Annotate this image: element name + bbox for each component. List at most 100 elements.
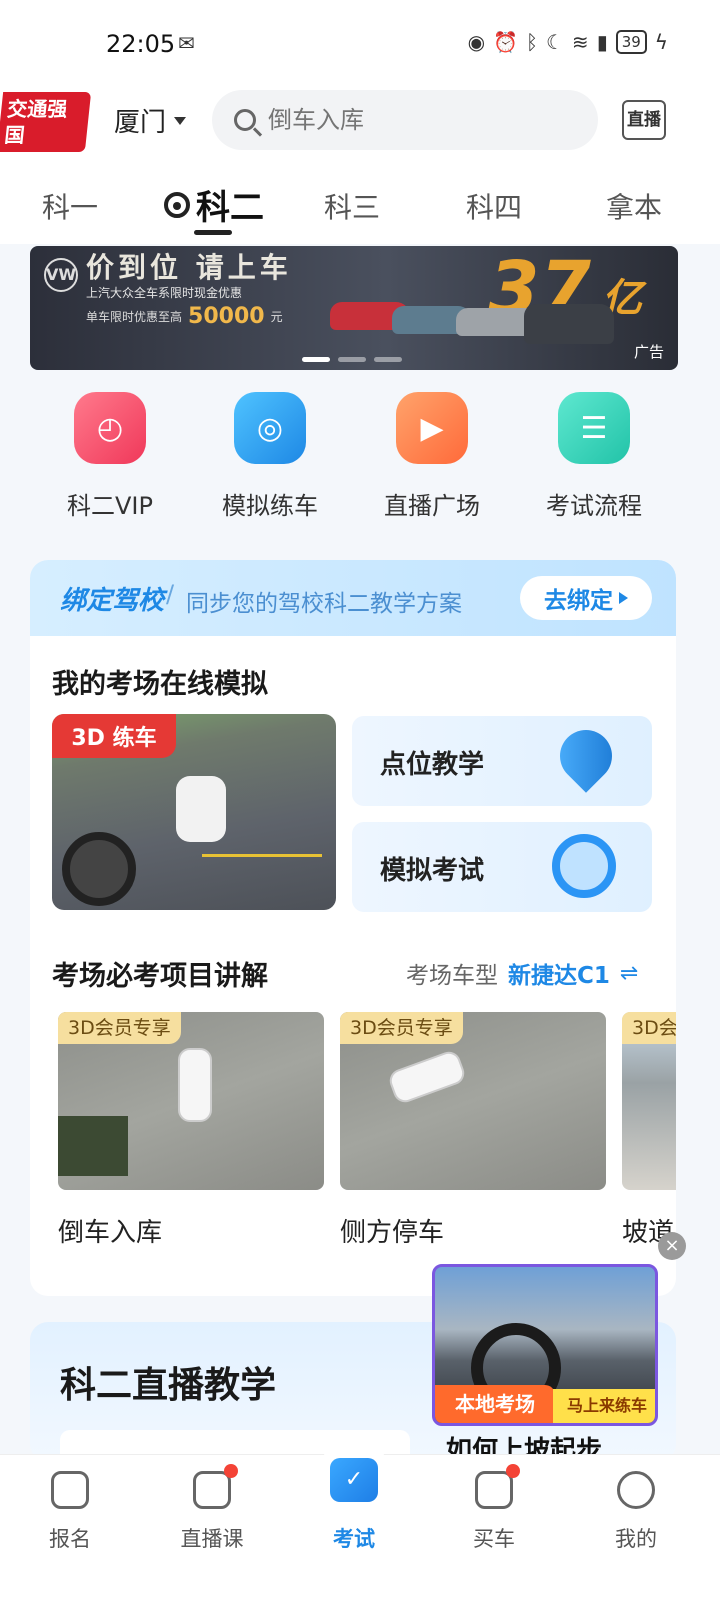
live-button[interactable]: 直播 <box>622 100 666 140</box>
quick-process[interactable]: ☰ 考试流程 <box>524 392 664 521</box>
city-selector[interactable]: 厦门 <box>114 102 187 139</box>
3d-practice-thumbnail[interactable]: 3D 练车 <box>52 714 336 910</box>
tab-ke1[interactable]: 科一 <box>42 186 98 226</box>
clock: 22:05 <box>106 30 176 58</box>
charging-icon: ϟ <box>654 30 668 54</box>
project-card[interactable]: 3D会员专享 倒车入库 <box>58 1012 324 1249</box>
subject2-card: 绑定驾校 / 同步您的驾校科二教学方案 去绑定 我的考场在线模拟 3D 练车 点… <box>30 560 676 1296</box>
system-icons: ◉ ⏰ ᛒ ☾ ≋ ▮ 39 ϟ <box>468 30 668 54</box>
clock-icon: ◴ <box>74 392 146 464</box>
quick-actions: ◴ 科二VIP ◎ 模拟练车 ▶ 直播广场 ☰ 考试流程 <box>30 392 690 522</box>
smile-icon <box>617 1471 655 1509</box>
vip-badge: 3D会员专享 <box>340 1012 463 1044</box>
car-image <box>524 304 614 344</box>
notification-dot <box>506 1464 520 1478</box>
subject-tabs: 科一 科二 科三 科四 拿本 <box>0 174 720 244</box>
app-logo[interactable]: 交通强国 <box>0 92 92 152</box>
active-tab-indicator <box>194 230 232 235</box>
tab-ke4[interactable]: 科四 <box>466 186 522 226</box>
close-icon[interactable]: × <box>658 1232 686 1260</box>
mock-exam-button[interactable]: 模拟考试 <box>352 822 652 912</box>
moon-icon: ☾ <box>545 30 564 54</box>
signup-icon <box>51 1471 89 1509</box>
mock-exam-label: 模拟考试 <box>380 856 485 886</box>
city-name: 厦门 <box>114 108 167 138</box>
search-icon <box>234 109 256 131</box>
tab-license[interactable]: 拿本 <box>606 186 662 226</box>
status-bar: 22:05 ✉ ◉ ⏰ ᛒ ☾ ≋ ▮ 39 ϟ <box>0 0 720 84</box>
battery-icon: 39 <box>615 30 647 54</box>
nav-live-course-label: 直播课 <box>180 1527 244 1551</box>
banner-subtitle: 上汽大众全车系限时现金优惠 <box>86 286 243 300</box>
banner-promo: 单车限时优惠至高 50000 元 <box>86 304 283 329</box>
banner-headline: 价到位 请上车 <box>86 251 292 284</box>
project-card[interactable]: 3D会员专享 坡道 <box>622 1012 676 1249</box>
car-image <box>386 1048 468 1106</box>
logo-text: 交通强国 <box>3 97 69 147</box>
quick-process-label: 考试流程 <box>546 492 642 520</box>
promo-prefix: 单车限时优惠至高 <box>86 310 183 324</box>
project-thumbnail: 3D会员专享 <box>58 1012 324 1190</box>
banner-pager <box>302 357 402 362</box>
tab-ke2[interactable]: 科二 <box>164 180 264 229</box>
bind-slash: / <box>166 580 175 608</box>
nav-signup[interactable]: 报名 <box>10 1471 130 1553</box>
car-model-value: 新捷达C1 <box>508 963 610 989</box>
nav-signup-label: 报名 <box>49 1527 91 1551</box>
nav-mine-label: 我的 <box>615 1527 657 1551</box>
steering-wheel-icon <box>164 191 190 218</box>
signal-icon: ▮ <box>596 30 608 54</box>
quick-live-label: 直播广场 <box>384 492 480 520</box>
pager-dot <box>302 357 330 362</box>
list-icon: ☰ <box>558 392 630 464</box>
car-model-label: 考场车型 <box>406 963 498 989</box>
search-input[interactable] <box>268 106 568 134</box>
notification-dot <box>224 1464 238 1478</box>
eye-icon: ◉ <box>467 30 486 54</box>
car-icon <box>475 1464 520 1509</box>
arrow-right-icon <box>619 592 628 604</box>
bind-button-label: 去绑定 <box>544 588 613 614</box>
car-image <box>178 1048 212 1122</box>
point-teaching-label: 点位教学 <box>380 750 485 780</box>
bind-desc: 同步您的驾校科二教学方案 <box>186 591 462 617</box>
nav-buy-car[interactable]: 买车 <box>434 1464 554 1553</box>
nav-exam-label: 考试 <box>333 1527 375 1551</box>
bluetooth-icon: ᛒ <box>525 30 538 54</box>
nav-mine[interactable]: 我的 <box>576 1471 696 1553</box>
vw-logo-icon: VW <box>44 258 78 292</box>
quick-live[interactable]: ▶ 直播广场 <box>362 392 502 521</box>
pager-dot <box>374 357 402 362</box>
bind-title: 绑定驾校 <box>60 586 165 616</box>
car-model-selector[interactable]: 考场车型 新捷达C1 ⇌ <box>406 956 638 990</box>
bind-button[interactable]: 去绑定 <box>520 576 652 620</box>
exam-folder-icon[interactable]: ✓ <box>330 1458 378 1502</box>
nav-live-course[interactable]: 直播课 <box>152 1464 272 1553</box>
promo-unit: 元 <box>270 310 283 324</box>
vip-badge: 3D会员专享 <box>622 1012 676 1044</box>
location-pin-icon <box>549 719 623 793</box>
project-label: 侧方停车 <box>340 1218 445 1248</box>
swap-icon: ⇌ <box>619 960 639 986</box>
lane-lines <box>202 854 322 894</box>
app-header: 交通强国 厦门 直播 <box>0 84 720 174</box>
project-card[interactable]: 3D会员专享 侧方停车 <box>340 1012 606 1249</box>
sim-section-title: 我的考场在线模拟 <box>52 669 268 700</box>
steering-wheel-icon: ◎ <box>234 392 306 464</box>
quick-vip-label: 科二VIP <box>67 492 153 520</box>
search-bar[interactable] <box>212 90 598 150</box>
quick-vip[interactable]: ◴ 科二VIP <box>40 392 180 521</box>
point-teaching-button[interactable]: 点位教学 <box>352 716 652 806</box>
steering-wheel-icon <box>62 832 136 906</box>
alarm-icon: ⏰ <box>493 30 518 54</box>
quick-practice[interactable]: ◎ 模拟练车 <box>200 392 340 521</box>
float-badge-local: 本地考场 <box>435 1385 555 1423</box>
ad-banner[interactable]: VW 价到位 请上车 上汽大众全车系限时现金优惠 单车限时优惠至高 50000 … <box>30 246 678 370</box>
nav-buy-car-label: 买车 <box>473 1527 515 1551</box>
project-label: 倒车入库 <box>58 1218 163 1248</box>
project-thumbnail: 3D会员专享 <box>340 1012 606 1190</box>
vip-badge: 3D会员专享 <box>58 1012 181 1044</box>
bind-school-bar[interactable]: 绑定驾校 / 同步您的驾校科二教学方案 去绑定 <box>30 560 676 636</box>
floating-ad[interactable]: 本地考场 马上来练车 <box>432 1264 658 1426</box>
tab-ke3[interactable]: 科三 <box>324 186 380 226</box>
